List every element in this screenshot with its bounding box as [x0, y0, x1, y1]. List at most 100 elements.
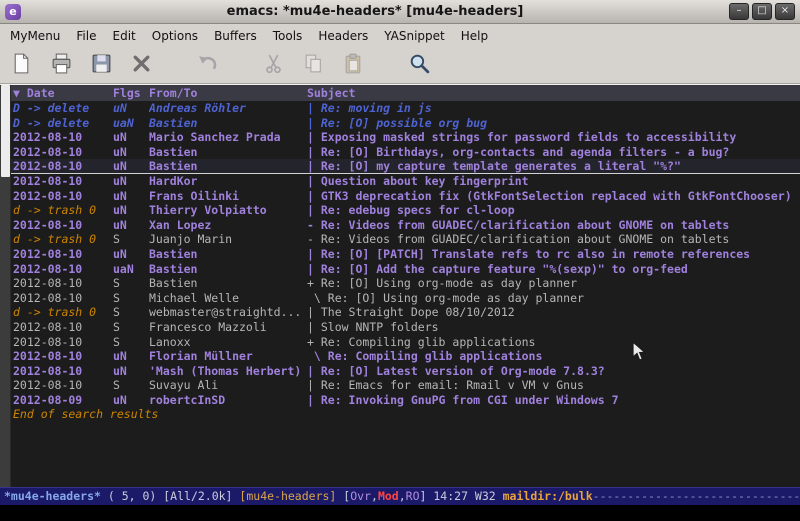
message-row[interactable]: 2012-08-10SLanoxx+ Re: Compiling glib ap…	[11, 335, 800, 350]
message-row[interactable]: 2012-08-10uNFlorian Müllner \ Re: Compil…	[11, 349, 800, 364]
menu-item-edit[interactable]: Edit	[105, 26, 144, 46]
message-flags: S	[113, 335, 149, 350]
menu-bar: MyMenuFileEditOptionsBuffersToolsHeaders…	[0, 24, 800, 47]
cut-button	[258, 50, 288, 80]
message-flags: S	[113, 232, 149, 247]
save-button[interactable]	[86, 50, 116, 80]
message-subject: | Re: [O] Latest version of Org-mode 7.8…	[307, 364, 800, 379]
print-button[interactable]	[46, 50, 76, 80]
message-subject: | Re: edebug specs for cl-loop	[307, 203, 800, 218]
close-button[interactable]: ×	[775, 3, 795, 20]
mode-line-minor: RO	[406, 489, 420, 503]
message-from: Bastien	[149, 159, 307, 173]
scrollbar-thumb[interactable]	[1, 85, 10, 177]
toolbar	[0, 47, 800, 84]
close-buffer-button[interactable]	[126, 50, 156, 80]
undo-icon	[196, 52, 219, 79]
message-date: 2012-08-10	[13, 145, 113, 160]
menu-item-yasnippet[interactable]: YASnippet	[376, 26, 453, 46]
message-from: Bastien	[149, 262, 307, 277]
message-subject: | Re: Emacs for email: Rmail v VM v Gnus	[307, 378, 800, 393]
column-header-date[interactable]: ▼ Date	[13, 85, 113, 101]
cut-icon	[262, 52, 285, 79]
emacs-icon: e	[5, 4, 21, 20]
message-subject: - Re: Videos from GUADEC/clarification a…	[307, 232, 800, 247]
message-row[interactable]: 2012-08-10uNXan Lopez- Re: Videos from G…	[11, 218, 800, 233]
message-row[interactable]: d -> trash 0SJuanjo Marin- Re: Videos fr…	[11, 232, 800, 247]
message-row[interactable]: 2012-08-09uNrobertcInSD| Re: Invoking Gn…	[11, 393, 800, 408]
message-flags: uN	[113, 189, 149, 204]
menu-item-help[interactable]: Help	[453, 26, 496, 46]
message-row[interactable]: 2012-08-10uNBastien| Re: [O] Birthdays, …	[11, 145, 800, 160]
message-from: Suvayu Ali	[149, 378, 307, 393]
new-file-button[interactable]	[6, 50, 36, 80]
search-button[interactable]	[404, 50, 434, 80]
message-from: robertcInSD	[149, 393, 307, 408]
message-row[interactable]: 2012-08-10SBastien+ Re: [O] Using org-mo…	[11, 276, 800, 291]
message-date: 2012-08-10	[13, 218, 113, 233]
message-from: HardKor	[149, 174, 307, 189]
message-row[interactable]: 2012-08-10SMichael Welle \ Re: [O] Using…	[11, 291, 800, 306]
headers-buffer: ▼ Date Flgs From/To Subject D -> deleteu…	[0, 84, 800, 487]
message-from: Bastien	[149, 116, 307, 131]
message-flags: uN	[113, 247, 149, 262]
message-row[interactable]: 2012-08-10uNFrans Oilinki| GTK3 deprecat…	[11, 189, 800, 204]
mode-line-folder: maildir:/bulk	[503, 489, 593, 503]
message-row[interactable]: 2012-08-10uNMario Sanchez Prada| Exposin…	[11, 130, 800, 145]
message-from: Mario Sanchez Prada	[149, 130, 307, 145]
menu-item-tools[interactable]: Tools	[265, 26, 311, 46]
message-subject: + Re: Compiling glib applications	[307, 335, 800, 350]
message-row[interactable]: D -> deleteuNAndreas Röhler| Re: moving …	[11, 101, 800, 116]
message-row[interactable]: 2012-08-10uNHardKor| Question about key …	[11, 174, 800, 189]
menu-item-mymenu[interactable]: MyMenu	[2, 26, 68, 46]
message-row[interactable]: D -> deleteuaNBastien| Re: [O] possible …	[11, 116, 800, 131]
message-row[interactable]: 2012-08-10uaNBastien| Re: [O] Add the ca…	[11, 262, 800, 277]
message-date: 2012-08-10	[13, 262, 113, 277]
message-list: D -> deleteuNAndreas Röhler| Re: moving …	[11, 101, 800, 407]
maximize-button[interactable]: □	[752, 3, 772, 20]
message-flags: S	[113, 276, 149, 291]
message-subject: | The Straight Dope 08/10/2012	[307, 305, 800, 320]
message-row[interactable]: 2012-08-10uNBastien| Re: [O] [PATCH] Tra…	[11, 247, 800, 262]
mode-line-minor: Ovr	[350, 489, 371, 503]
menu-item-headers[interactable]: Headers	[310, 26, 376, 46]
message-date: 2012-08-10	[13, 174, 113, 189]
message-subject: | Exposing masked strings for password f…	[307, 130, 800, 145]
message-subject: | Question about key fingerprint	[307, 174, 800, 189]
mode-line: *mu4e-headers* ( 5, 0) [All/2.0k] [mu4e-…	[0, 487, 800, 505]
menu-item-options[interactable]: Options	[144, 26, 206, 46]
mode-line-plain: ,	[371, 489, 378, 503]
message-row[interactable]: 2012-08-10uN'Mash (Thomas Herbert)| Re: …	[11, 364, 800, 379]
copy-button	[298, 50, 328, 80]
message-subject: \ Re: [O] Using org-mode as day planner	[307, 291, 800, 306]
title-bar: e emacs: *mu4e-headers* [mu4e-headers] –…	[0, 0, 800, 24]
mode-line-modified: Mod	[378, 489, 399, 503]
message-from: Juanjo Marin	[149, 232, 307, 247]
message-flags: uN	[113, 349, 149, 364]
message-flags: uN	[113, 203, 149, 218]
message-date: 2012-08-10	[13, 189, 113, 204]
column-header-subject[interactable]: Subject	[307, 85, 800, 101]
message-from: webmaster@straightd...	[149, 305, 307, 320]
menu-item-file[interactable]: File	[68, 26, 104, 46]
message-date: 2012-08-10	[13, 291, 113, 306]
scrollbar[interactable]	[0, 85, 11, 487]
message-row[interactable]: d -> trash 0uNThierry Volpiatto| Re: ede…	[11, 203, 800, 218]
message-row[interactable]: d -> trash 0Swebmaster@straightd...| The…	[11, 305, 800, 320]
message-from: Xan Lopez	[149, 218, 307, 233]
message-flags: uN	[113, 174, 149, 189]
message-date: 2012-08-10	[13, 159, 113, 173]
message-flags: uN	[113, 101, 149, 116]
menu-item-buffers[interactable]: Buffers	[206, 26, 265, 46]
message-subject: + Re: [O] Using org-mode as day planner	[307, 276, 800, 291]
message-date: d -> trash 0	[13, 305, 113, 320]
column-header-flags[interactable]: Flgs	[113, 85, 149, 101]
mode-line-plain: [	[336, 489, 350, 503]
text-area: ▼ Date Flgs From/To Subject D -> deleteu…	[11, 85, 800, 487]
message-flags: S	[113, 291, 149, 306]
minimize-button[interactable]: –	[729, 3, 749, 20]
message-row[interactable]: 2012-08-10uNBastien| Re: [O] my capture …	[11, 159, 800, 174]
message-row[interactable]: 2012-08-10SFrancesco Mazzoli| Slow NNTP …	[11, 320, 800, 335]
column-header-from[interactable]: From/To	[149, 85, 307, 101]
message-row[interactable]: 2012-08-10SSuvayu Ali| Re: Emacs for ema…	[11, 378, 800, 393]
